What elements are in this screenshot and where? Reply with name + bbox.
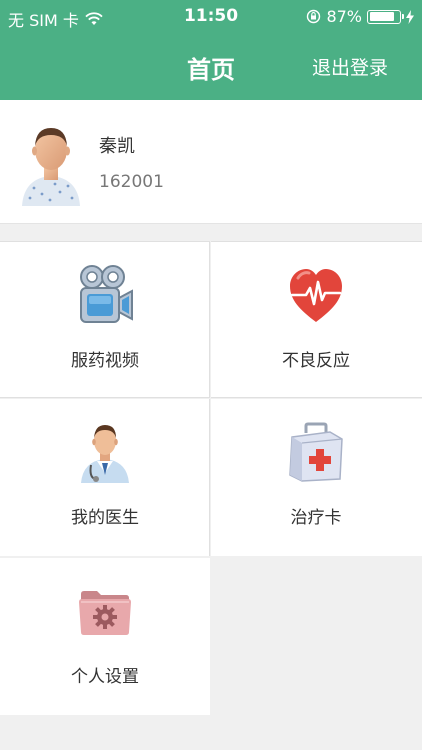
- user-profile-card[interactable]: 秦凯 162001: [0, 100, 422, 224]
- battery-percent: 87%: [326, 7, 362, 26]
- logout-button[interactable]: 退出登录: [312, 53, 388, 80]
- menu-label: 个人设置: [71, 667, 139, 687]
- heart-pulse-icon: [290, 269, 342, 322]
- battery-icon: [367, 9, 404, 24]
- menu-item-my-doctor[interactable]: 我的医生: [0, 399, 210, 556]
- patient-avatar-icon: [22, 128, 80, 206]
- menu-item-treatment-card[interactable]: 治疗卡: [211, 399, 422, 556]
- rotation-lock-icon: [307, 9, 321, 24]
- user-id: 162001: [99, 172, 164, 192]
- feature-grid: 服药视频 不良反应 我的医生 治疗卡 个人设置: [0, 240, 422, 716]
- status-bar: 无 SIM 卡 11:50 87%: [0, 0, 422, 34]
- menu-item-personal-settings[interactable]: 个人设置: [0, 558, 210, 715]
- charging-bolt-icon: [406, 9, 414, 24]
- menu-item-adverse-reaction[interactable]: 不良反应: [211, 241, 422, 398]
- doctor-icon: [81, 425, 129, 483]
- menu-label: 我的医生: [71, 508, 139, 528]
- menu-item-medication-video[interactable]: 服药视频: [0, 241, 210, 398]
- menu-label: 不良反应: [282, 351, 350, 371]
- user-name: 秦凯: [99, 136, 135, 157]
- app-header: 无 SIM 卡 11:50 87% 首页 退出登录: [0, 0, 422, 100]
- video-camera-icon: [80, 265, 133, 323]
- menu-label: 治疗卡: [290, 508, 342, 528]
- first-aid-kit-icon: [289, 422, 343, 482]
- status-right: 87%: [306, 7, 414, 26]
- settings-folder-icon: [79, 591, 131, 635]
- menu-label: 服药视频: [71, 351, 139, 371]
